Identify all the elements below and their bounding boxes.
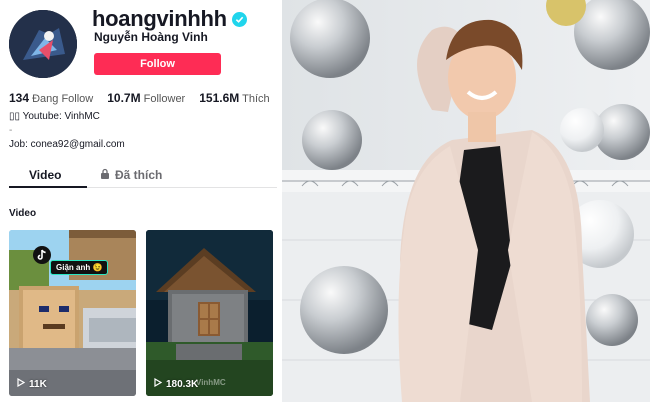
follow-button[interactable]: Follow xyxy=(94,53,221,75)
view-count: 180.3K xyxy=(154,377,199,390)
tiktok-logo-icon xyxy=(33,246,51,264)
play-icon xyxy=(154,377,163,390)
profile-stats: 134 Đang Follow 10.7M Follower 151.6M Th… xyxy=(9,91,270,105)
likes-count: 151.6M xyxy=(199,91,240,105)
bio-line-youtube: ▯▯ Youtube: VinhMC xyxy=(9,111,100,122)
display-name: Nguyễn Hoàng Vinh xyxy=(94,30,208,44)
video-thumbnail-image xyxy=(146,230,273,396)
followers-stat[interactable]: 10.7M Follower xyxy=(107,91,185,105)
video-thumbnail-image xyxy=(9,230,136,396)
verified-badge-icon xyxy=(231,11,247,27)
caption-badge: Giận anh 😉 xyxy=(50,260,109,275)
lock-icon xyxy=(100,168,110,182)
tab-video-label: Video xyxy=(29,168,62,182)
content-tabs: Video Đã thích xyxy=(9,164,277,188)
bio-line-email: Job: conea92@gmail.com xyxy=(9,139,125,150)
caption-badge-text: Giận anh 😉 xyxy=(56,263,103,272)
tab-liked-label: Đã thích xyxy=(115,168,163,182)
followers-count: 10.7M xyxy=(107,91,141,105)
view-count-value: 180.3K xyxy=(166,378,199,390)
profile-photo-image xyxy=(282,0,650,402)
avatar[interactable] xyxy=(9,10,77,78)
play-icon xyxy=(17,377,26,390)
followers-label: Follower xyxy=(143,93,186,105)
following-count: 134 xyxy=(9,91,30,105)
active-tab-indicator xyxy=(9,186,87,188)
video-thumbnail[interactable]: Giận anh 😉 11K xyxy=(9,230,136,396)
view-count-value: 11K xyxy=(29,378,47,390)
video-thumbnail[interactable]: VinhMC 180.3K xyxy=(146,230,273,396)
video-section-label: Video xyxy=(9,208,37,219)
tab-video[interactable]: Video xyxy=(29,168,61,182)
likes-label: Thích xyxy=(242,93,270,105)
view-count: 11K xyxy=(17,377,47,390)
likes-stat: 151.6M Thích xyxy=(199,91,269,105)
following-label: Đang Follow xyxy=(32,93,94,105)
username: hoangvinhhh xyxy=(92,6,227,31)
profile-panel: hoangvinhhh Nguyễn Hoàng Vinh Follow 134… xyxy=(0,0,282,402)
bio-line-separator: - xyxy=(9,125,13,136)
profile-photo xyxy=(282,0,650,402)
tab-liked[interactable]: Đã thích xyxy=(100,168,162,182)
watermark: VinhMC xyxy=(196,378,226,387)
bio: ▯▯ Youtube: VinhMC - Job: conea92@gmail.… xyxy=(9,110,125,152)
username-row: hoangvinhhh xyxy=(92,6,247,32)
following-stat[interactable]: 134 Đang Follow xyxy=(9,91,93,105)
